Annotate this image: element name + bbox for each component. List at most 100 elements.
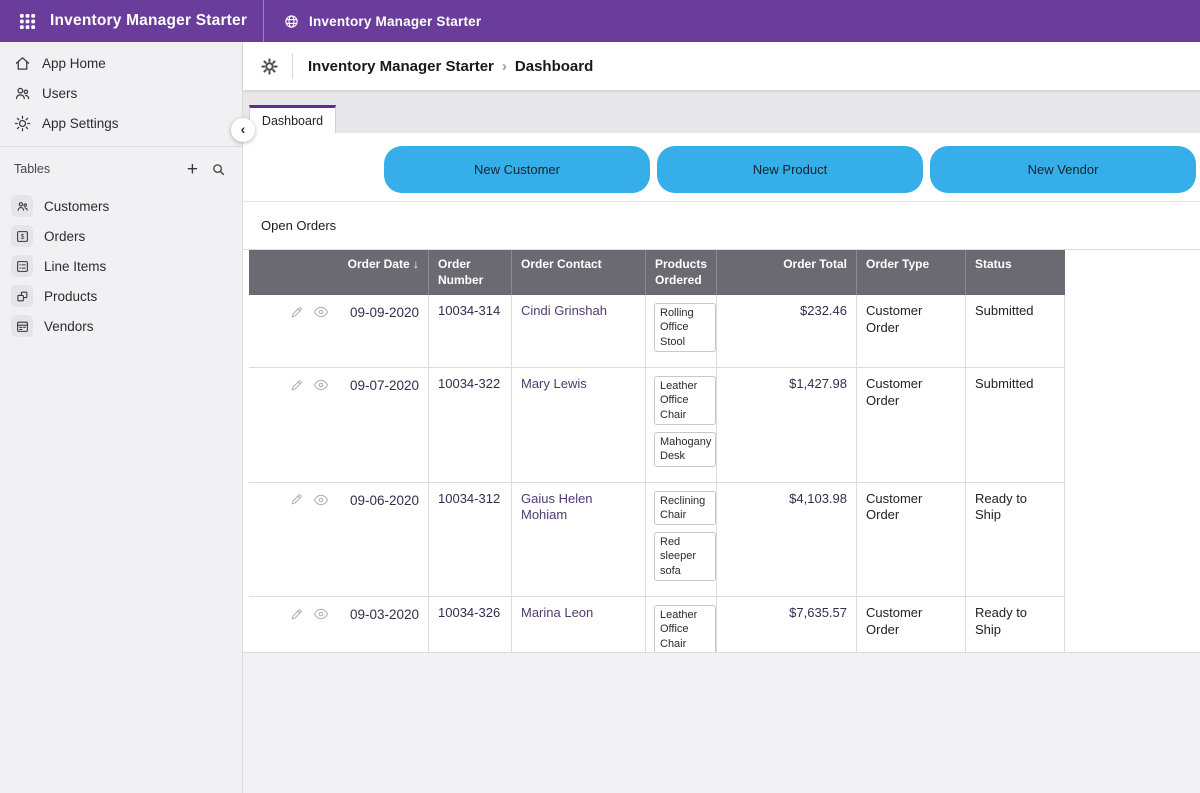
products-ordered-cell: Leather Office Chair Mahogany Desk Red s… <box>646 597 717 652</box>
order-contact-cell[interactable]: Mary Lewis <box>512 368 646 481</box>
open-app-tab[interactable]: Inventory Manager Starter <box>264 0 501 42</box>
new-product-button[interactable]: New Product <box>657 146 923 193</box>
view-record-icon[interactable] <box>313 492 329 508</box>
sidebar-item-label: Customers <box>44 199 109 214</box>
product-chip[interactable]: Red sleeper sofa <box>654 532 716 581</box>
sidebar-collapse-button[interactable]: ‹ <box>231 118 255 142</box>
column-header-status[interactable]: Status <box>966 250 1065 295</box>
sidebar-item-label: App Settings <box>42 116 119 131</box>
breadcrumb-divider <box>292 53 293 79</box>
order-contact-cell[interactable]: Marina Leon <box>512 597 646 652</box>
products-ordered-cell: Leather Office Chair Mahogany Desk <box>646 368 717 481</box>
products-icon <box>11 285 33 307</box>
order-number-cell: 10034-314 <box>429 295 512 367</box>
order-contact-cell[interactable]: Gaius Helen Mohiam <box>512 483 646 596</box>
status-cell: Submitted <box>966 295 1065 367</box>
orders-icon: $ <box>11 225 33 247</box>
sidebar-item-customers[interactable]: Customers <box>0 191 242 221</box>
order-number-cell: 10034-312 <box>429 483 512 596</box>
edit-record-icon[interactable] <box>289 378 304 393</box>
sidebar-item-users[interactable]: Users <box>0 78 242 108</box>
sidebar-item-app-home[interactable]: App Home <box>0 48 242 78</box>
view-record-icon[interactable] <box>313 377 329 393</box>
sort-descending-icon: ↓ <box>413 257 419 271</box>
line-items-icon <box>11 255 33 277</box>
column-header-order-total[interactable]: Order Total <box>717 250 857 295</box>
sidebar-item-label: Line Items <box>44 259 106 274</box>
product-chip[interactable]: Leather Office Chair <box>654 605 716 652</box>
order-date-cell: 09-07-2020 <box>249 368 429 481</box>
home-icon <box>13 54 31 72</box>
edit-record-icon[interactable] <box>289 607 304 622</box>
order-total-cell: $4,103.98 <box>717 483 857 596</box>
app-switcher-section: Inventory Manager Starter <box>0 0 264 42</box>
view-record-icon[interactable] <box>313 606 329 622</box>
sidebar-item-label: Products <box>44 289 97 304</box>
sidebar-item-vendors[interactable]: Vendors <box>0 311 242 341</box>
new-customer-button[interactable]: New Customer <box>384 146 650 193</box>
breadcrumb-app-name[interactable]: Inventory Manager Starter <box>308 58 494 75</box>
order-contact-cell[interactable]: Cindi Grinshah <box>512 295 646 367</box>
customers-icon <box>11 195 33 217</box>
open-orders-table: Order Date ↓ Order Number Order Contact … <box>243 249 1200 652</box>
order-type-cell: Customer Order <box>857 295 966 367</box>
top-app-bar: Inventory Manager Starter Inventory Mana… <box>0 0 1200 42</box>
sidebar-item-line-items[interactable]: Line Items <box>0 251 242 281</box>
product-chip[interactable]: Rolling Office Stool <box>654 303 716 352</box>
sidebar-item-label: Users <box>42 86 77 101</box>
column-header-order-date[interactable]: Order Date ↓ <box>249 250 429 295</box>
sidebar-item-products[interactable]: Products <box>0 281 242 311</box>
order-type-cell: Customer Order <box>857 597 966 652</box>
order-type-cell: Customer Order <box>857 368 966 481</box>
vendors-icon <box>11 315 33 337</box>
workspace-title: Inventory Manager Starter <box>50 12 247 30</box>
order-number-cell: 10034-322 <box>429 368 512 481</box>
page-settings-gear-icon[interactable] <box>261 58 278 75</box>
edit-record-icon[interactable] <box>289 305 304 320</box>
product-chip[interactable]: Mahogany Desk <box>654 432 716 467</box>
sidebar-item-app-settings[interactable]: App Settings <box>0 108 242 138</box>
table-row: 09-06-2020 10034-312 Gaius Helen Mohiam … <box>249 483 1065 597</box>
column-header-products-ordered[interactable]: Products Ordered <box>646 250 717 295</box>
order-date-value: 09-07-2020 <box>350 377 419 395</box>
edit-record-icon[interactable] <box>289 492 304 507</box>
app-grid-icon[interactable] <box>10 4 44 38</box>
products-ordered-cell: Reclining Chair Red sleeper sofa <box>646 483 717 596</box>
order-date-cell: 09-09-2020 <box>249 295 429 367</box>
order-date-value: 09-09-2020 <box>350 304 419 322</box>
order-date-value: 09-03-2020 <box>350 606 419 624</box>
breadcrumb-chevron-icon: › <box>502 58 507 75</box>
product-chip[interactable]: Reclining Chair <box>654 491 716 526</box>
open-app-tab-label: Inventory Manager Starter <box>309 14 481 29</box>
globe-icon <box>284 14 299 29</box>
gear-icon <box>13 114 31 132</box>
sidebar-item-orders[interactable]: $ Orders <box>0 221 242 251</box>
sidebar-item-label: Vendors <box>44 319 94 334</box>
add-table-icon[interactable]: + <box>187 160 198 179</box>
tab-strip: Dashboard <box>243 90 1200 133</box>
sidebar-item-label: Orders <box>44 229 85 244</box>
order-date-cell: 09-06-2020 <box>249 483 429 596</box>
status-cell: Ready to Ship <box>966 597 1065 652</box>
svg-text:$: $ <box>20 234 24 241</box>
column-header-order-type[interactable]: Order Type <box>857 250 966 295</box>
table-row: 09-03-2020 10034-326 Marina Leon Leather… <box>249 597 1065 652</box>
product-chip[interactable]: Leather Office Chair <box>654 376 716 425</box>
tab-dashboard[interactable]: Dashboard <box>249 105 336 133</box>
main-area: Inventory Manager Starter › Dashboard Da… <box>243 42 1200 793</box>
order-date-value: 09-06-2020 <box>350 492 419 510</box>
chevron-left-icon: ‹ <box>241 122 246 136</box>
page-background <box>243 653 1200 793</box>
new-vendor-button[interactable]: New Vendor <box>930 146 1196 193</box>
status-cell: Submitted <box>966 368 1065 481</box>
order-total-cell: $1,427.98 <box>717 368 857 481</box>
breadcrumb-page-name: Dashboard <box>515 58 593 75</box>
view-record-icon[interactable] <box>313 304 329 320</box>
dashboard-content: New Customer New Product New Vendor Open… <box>243 133 1200 653</box>
tab-label: Dashboard <box>262 114 323 128</box>
search-tables-icon[interactable] <box>211 162 226 177</box>
column-header-order-contact[interactable]: Order Contact <box>512 250 646 295</box>
order-total-cell: $232.46 <box>717 295 857 367</box>
column-header-order-number[interactable]: Order Number <box>429 250 512 295</box>
status-cell: Ready to Ship <box>966 483 1065 596</box>
